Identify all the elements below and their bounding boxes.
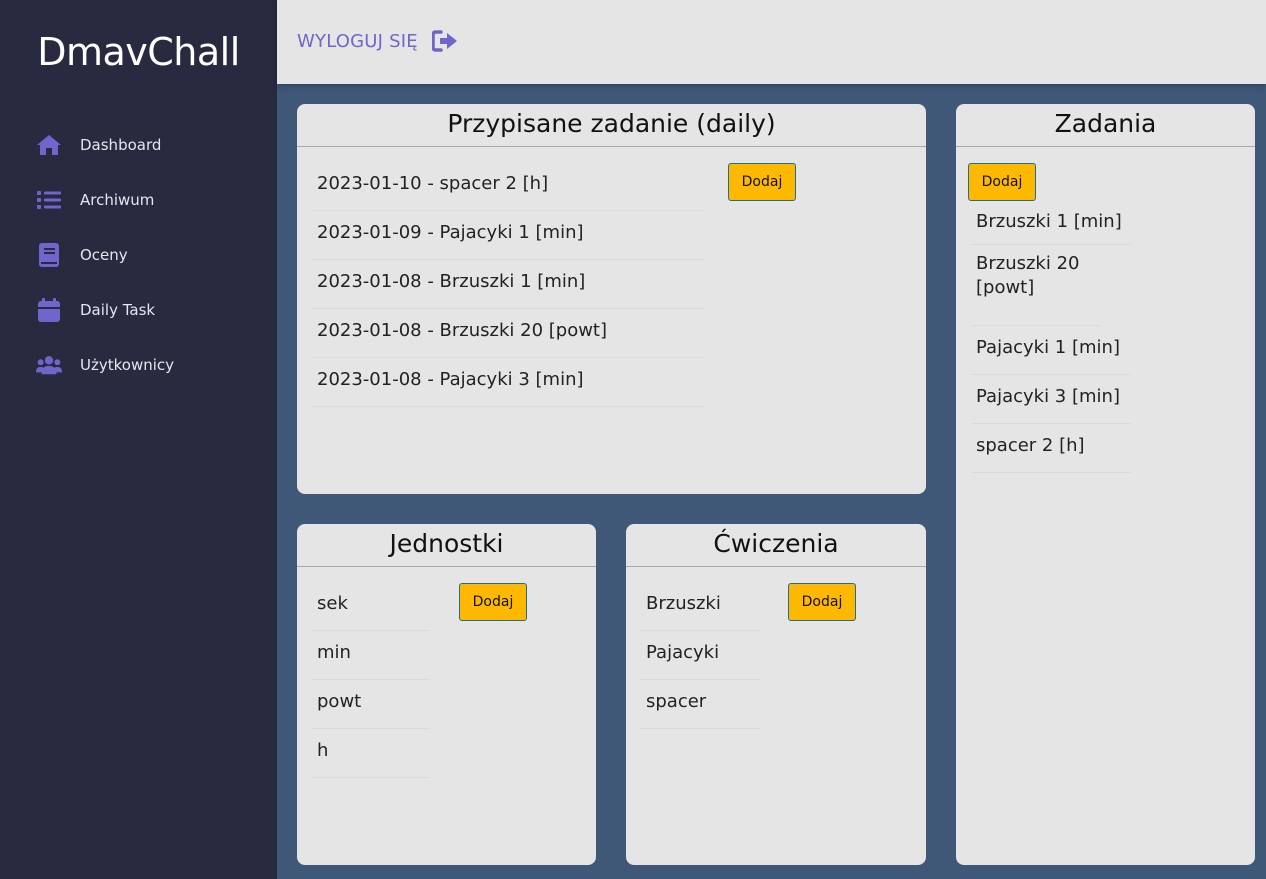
exercises-list: Brzuszki Pajacyki spacer (641, 582, 761, 729)
sidebar-nav: Dashboard Archiwum Oceny Daily Task Użyt… (0, 117, 277, 392)
sidebar-item-dashboard[interactable]: Dashboard (0, 117, 277, 172)
top-bar: WYLOGUJ SIĘ (277, 0, 1266, 84)
list-item: Brzuszki 20 [powt] (971, 245, 1101, 326)
list-item: Pajacyki 1 [min] (971, 326, 1131, 375)
exercises-title: Ćwiczenia (626, 524, 926, 567)
units-card: Jednostki sek min powt h Dodaj (297, 524, 596, 865)
exercises-card: Ćwiczenia Brzuszki Pajacyki spacer Dodaj (626, 524, 926, 865)
list-item: spacer 2 [h] (971, 424, 1131, 473)
logout-label: WYLOGUJ SIĘ (297, 30, 418, 52)
sidebar: DmavChall Dashboard Archiwum Oceny Daily… (0, 0, 277, 879)
tasks-title: Zadania (956, 104, 1255, 147)
sidebar-item-label: Oceny (80, 245, 128, 264)
sidebar-item-uzytkownicy[interactable]: Użytkownicy (0, 337, 277, 392)
sidebar-item-label: Użytkownicy (80, 355, 175, 374)
sign-out-icon (431, 30, 458, 52)
daily-task-list: 2023-01-10 - spacer 2 [h] 2023-01-09 - P… (312, 162, 704, 407)
list-item: 2023-01-08 - Pajacyki 3 [min] (312, 358, 704, 407)
list-item: 2023-01-08 - Brzuszki 1 [min] (312, 260, 704, 309)
list-item: Pajacyki (641, 631, 761, 680)
list-item: min (312, 631, 430, 680)
units-title: Jednostki (297, 524, 596, 567)
sidebar-item-oceny[interactable]: Oceny (0, 227, 277, 282)
list-item: sek (312, 582, 430, 631)
book-icon (36, 242, 62, 268)
add-daily-task-button[interactable]: Dodaj (728, 163, 796, 201)
units-list: sek min powt h (312, 582, 430, 778)
sidebar-item-daily-task[interactable]: Daily Task (0, 282, 277, 337)
tasks-card: Zadania Dodaj Brzuszki 1 [min] Brzuszki … (956, 104, 1255, 865)
sidebar-item-label: Dashboard (80, 135, 162, 154)
tasks-list: Brzuszki 1 [min] Brzuszki 20 [powt] Paja… (971, 204, 1131, 473)
list-item: 2023-01-09 - Pajacyki 1 [min] (312, 211, 704, 260)
users-icon (36, 352, 62, 378)
list-icon (36, 187, 62, 213)
list-item: h (312, 729, 430, 778)
list-item: Brzuszki 1 [min] (971, 204, 1131, 245)
daily-task-card: Przypisane zadanie (daily) 2023-01-10 - … (297, 104, 926, 494)
calendar-icon (36, 297, 62, 323)
brand-title: DmavChall (37, 30, 240, 74)
list-item: Brzuszki (641, 582, 761, 631)
list-item: 2023-01-10 - spacer 2 [h] (312, 162, 704, 211)
list-item: spacer (641, 680, 761, 729)
daily-task-title: Przypisane zadanie (daily) (297, 104, 926, 147)
add-task-button[interactable]: Dodaj (968, 163, 1036, 201)
sidebar-item-archiwum[interactable]: Archiwum (0, 172, 277, 227)
list-item: powt (312, 680, 430, 729)
sidebar-item-label: Archiwum (80, 190, 155, 209)
home-icon (36, 132, 62, 158)
sidebar-item-label: Daily Task (80, 300, 156, 319)
logout-button[interactable]: WYLOGUJ SIĘ (297, 30, 458, 52)
list-item: 2023-01-08 - Brzuszki 20 [powt] (312, 309, 704, 358)
add-exercise-button[interactable]: Dodaj (788, 583, 856, 621)
list-item: Pajacyki 3 [min] (971, 375, 1131, 424)
add-unit-button[interactable]: Dodaj (459, 583, 527, 621)
